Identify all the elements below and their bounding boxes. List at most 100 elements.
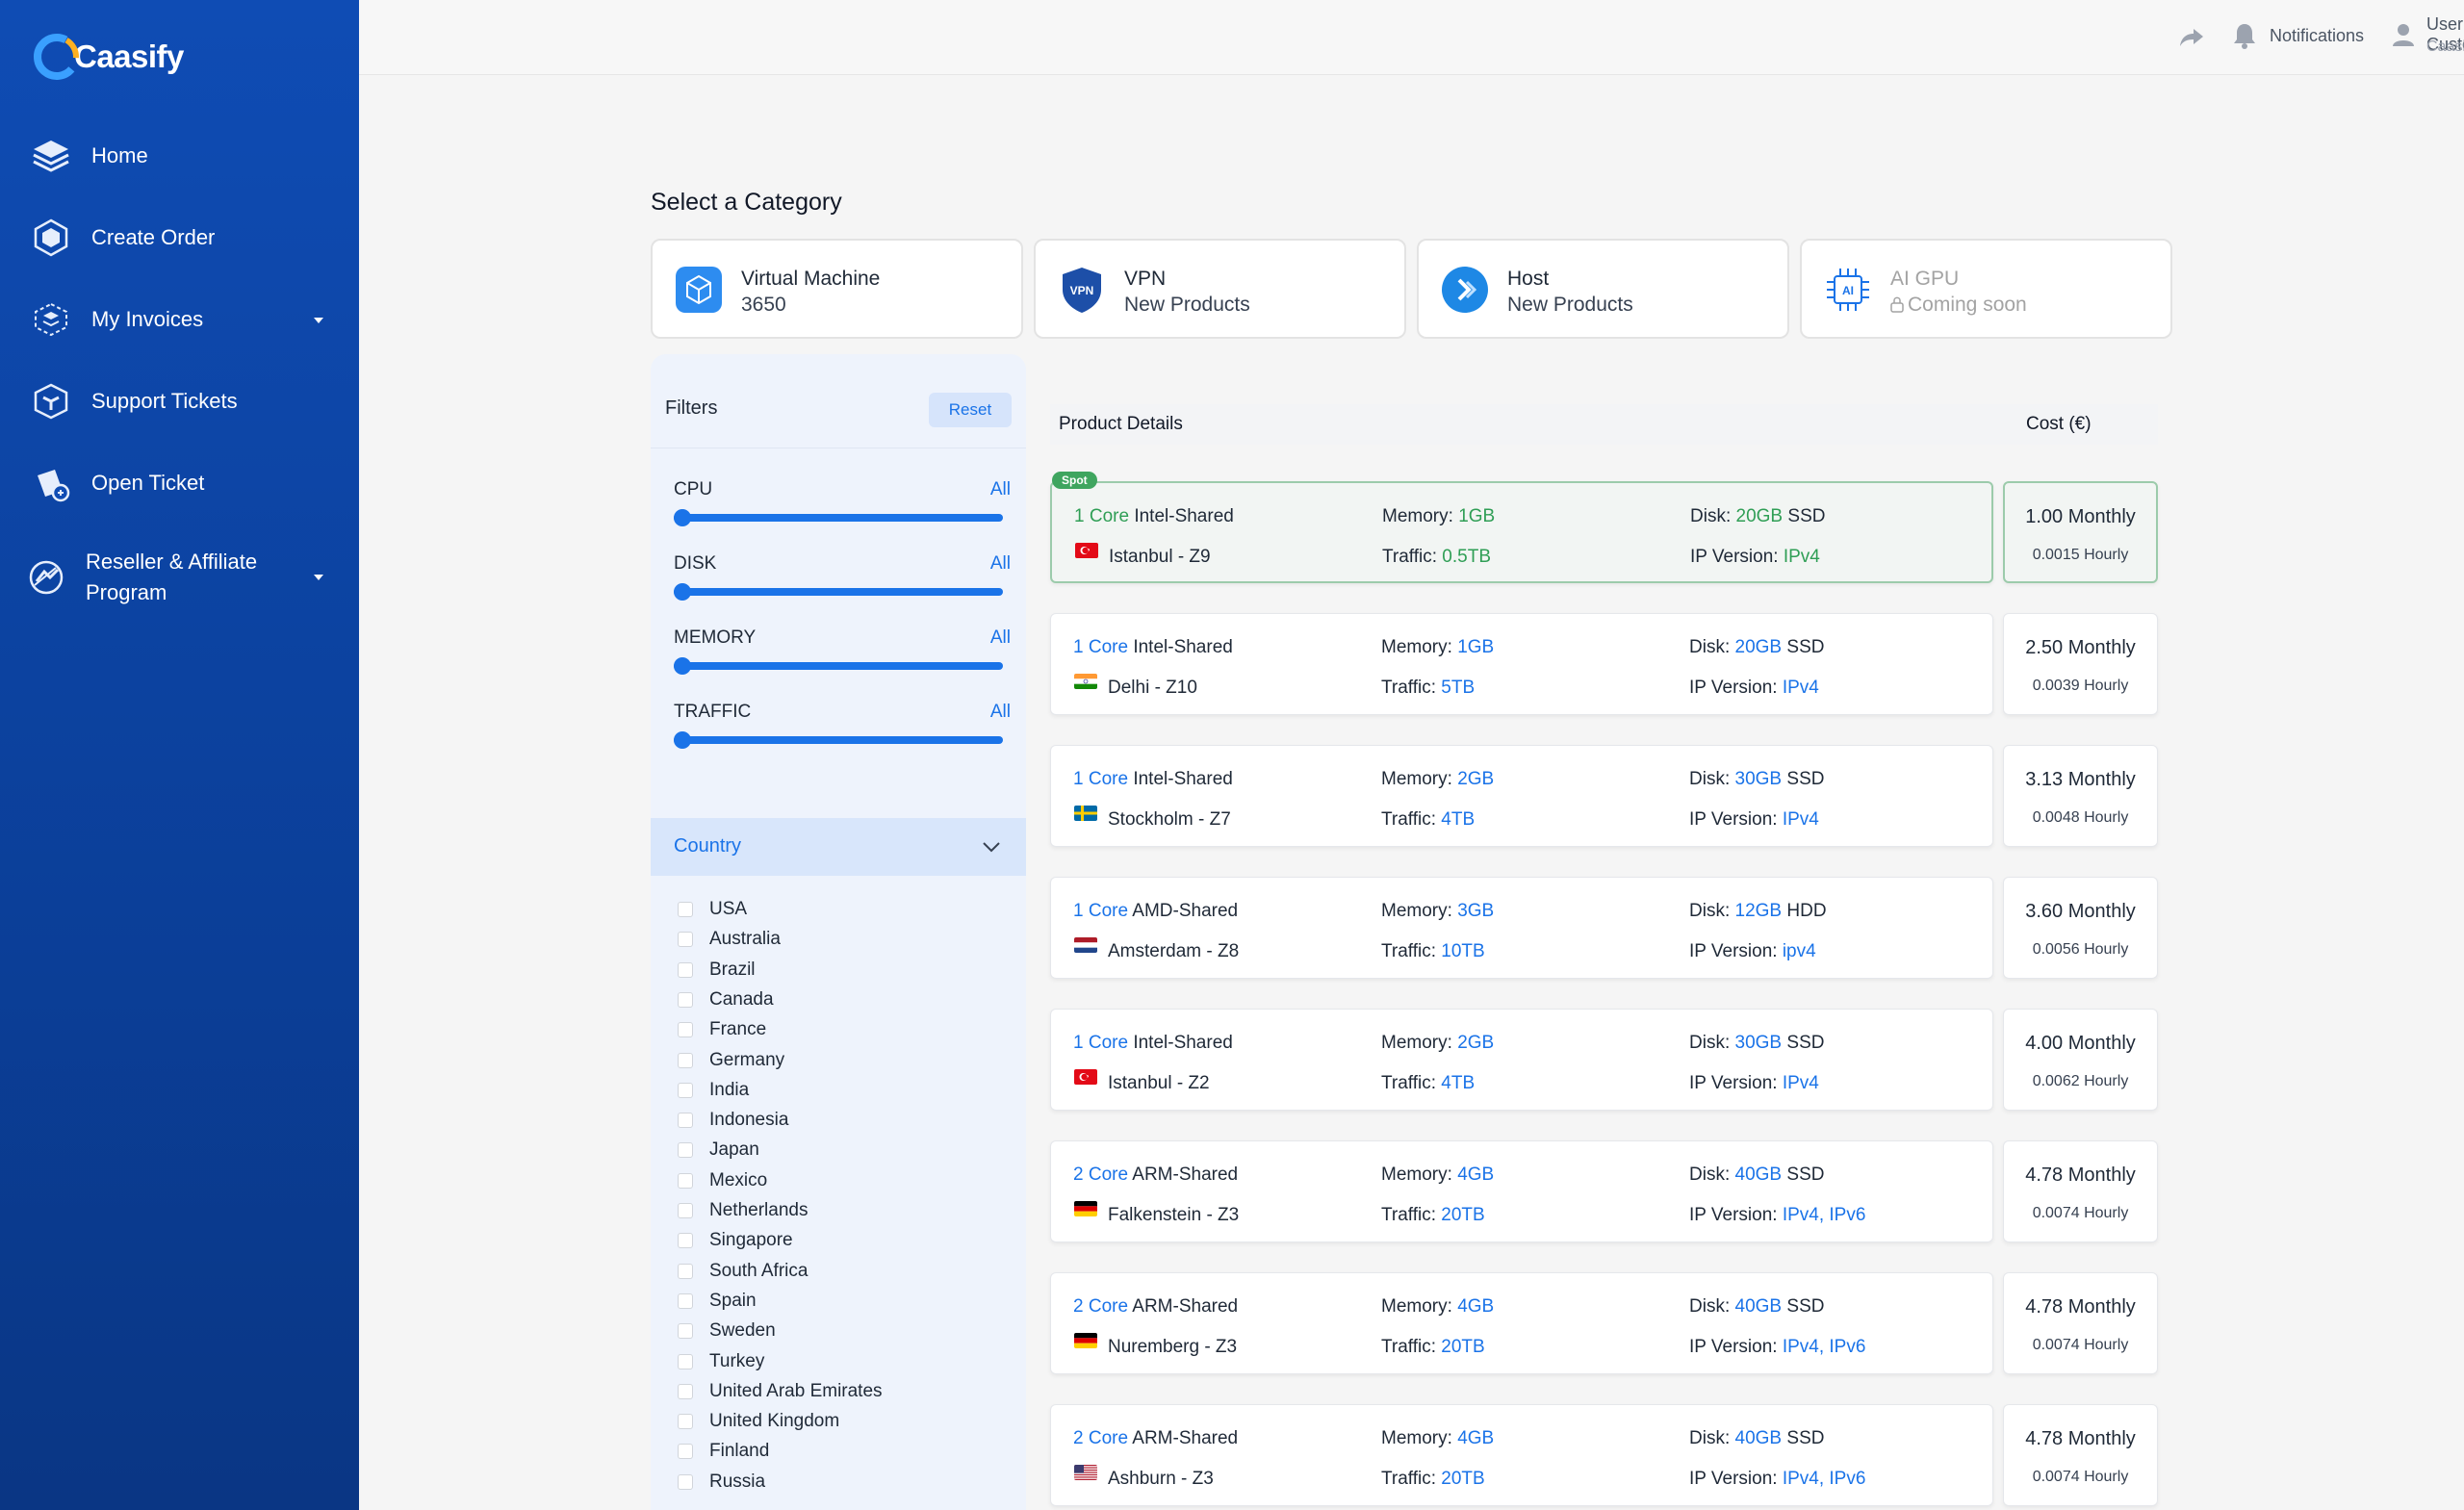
country-checkbox[interactable] — [678, 1142, 693, 1159]
disk-spec: Disk: 40GB SSD — [1689, 1296, 1824, 1318]
product-row[interactable]: Spot 1 Core Intel-Shared Istanbul - Z9 Memo… — [1050, 472, 1993, 583]
reseller-icon — [23, 554, 69, 601]
country-option[interactable]: United Arab Emirates — [678, 1377, 966, 1406]
traffic-label: Traffic: — [1381, 1205, 1437, 1225]
disk-type: SSD — [1786, 637, 1825, 657]
product-row[interactable]: 1 Core Intel-Shared Istanbul - Z2 Memory: … — [1050, 1009, 1993, 1111]
sidebar-item-support-tickets[interactable]: Support Tickets — [0, 378, 359, 424]
hourly-price: 0.0048 Hourly — [2004, 809, 2157, 827]
country-option[interactable]: Germany — [678, 1046, 966, 1075]
cpu-slider-track[interactable] — [674, 514, 1003, 522]
slider-value[interactable]: All — [990, 702, 1011, 723]
cpu-slider-handle[interactable] — [674, 509, 691, 526]
country-checkbox[interactable] — [678, 902, 693, 917]
user-icon[interactable] — [2391, 21, 2416, 50]
slider-value[interactable]: All — [990, 627, 1011, 649]
disk-type: SSD — [1786, 1033, 1825, 1053]
bell-icon[interactable] — [2232, 21, 2257, 50]
country-checkbox[interactable] — [678, 1263, 693, 1279]
country-checkbox[interactable] — [678, 1383, 693, 1399]
country-checkbox[interactable] — [678, 1052, 693, 1068]
cpu-type: Intel-Shared — [1134, 506, 1234, 526]
slider-value[interactable]: All — [990, 553, 1011, 575]
notifications-link[interactable]: Notifications — [2270, 26, 2364, 46]
country-checkbox[interactable] — [678, 1203, 693, 1218]
country-checkbox[interactable] — [678, 1082, 693, 1098]
country-option[interactable]: South Africa — [678, 1257, 966, 1286]
reset-button[interactable]: Reset — [929, 393, 1012, 427]
country-option[interactable]: Finland — [678, 1437, 966, 1466]
disk-value: 40GB — [1734, 1296, 1783, 1317]
country-option[interactable]: United Kingdom — [678, 1407, 966, 1436]
price-box[interactable]: 4.00 Monthly 0.0062 Hourly — [2003, 1009, 2158, 1111]
country-option[interactable]: Russia — [678, 1468, 966, 1497]
price-box[interactable]: 2.50 Monthly 0.0039 Hourly — [2003, 613, 2158, 715]
traffic-slider-track[interactable] — [674, 736, 1003, 744]
country-option[interactable]: India — [678, 1076, 966, 1105]
country-option[interactable]: Japan — [678, 1136, 966, 1164]
country-checkbox[interactable] — [678, 1414, 693, 1430]
price-box[interactable]: 4.78 Monthly 0.0074 Hourly — [2003, 1404, 2158, 1506]
sidebar-item-home[interactable]: Home — [0, 133, 359, 179]
location: Falkenstein - Z3 — [1108, 1205, 1240, 1225]
country-checkbox[interactable] — [678, 961, 693, 978]
sidebar-item-reseller-affiliate[interactable]: Reseller & Affiliate Program — [0, 547, 359, 608]
category-card-host[interactable]: Host New Products — [1417, 239, 1789, 339]
slider-value[interactable]: All — [990, 479, 1011, 500]
sidebar-item-create-order[interactable]: Create Order — [0, 215, 359, 261]
sidebar-item-my-invoices[interactable]: My Invoices — [0, 296, 359, 343]
country-checkbox[interactable] — [678, 1172, 693, 1189]
price-box[interactable]: 4.78 Monthly 0.0074 Hourly — [2003, 1140, 2158, 1242]
product-row[interactable]: 1 Core Intel-Shared Stockholm - Z7 Memory:… — [1050, 745, 1993, 847]
country-checkbox[interactable] — [678, 1233, 693, 1249]
country-option[interactable]: Sweden — [678, 1317, 966, 1345]
sidebar-item-open-ticket[interactable]: Open Ticket — [0, 460, 359, 506]
country-option[interactable]: Canada — [678, 985, 966, 1014]
country-option[interactable]: Singapore — [678, 1226, 966, 1255]
country-checkbox[interactable] — [678, 1292, 693, 1309]
product-row[interactable]: 1 Core AMD-Shared Amsterdam - Z8 Memory: 3… — [1050, 877, 1993, 979]
product-row[interactable]: 2 Core ARM-Shared Falkenstein - Z3 Memory:… — [1050, 1140, 1993, 1242]
disk-slider-handle[interactable] — [674, 583, 691, 601]
country-checkbox[interactable] — [678, 1022, 693, 1038]
traffic-spec: Traffic: 0.5TB — [1382, 547, 1491, 568]
country-option[interactable]: Mexico — [678, 1166, 966, 1195]
country-checkbox[interactable] — [678, 1353, 693, 1369]
country-checkbox[interactable] — [678, 932, 693, 948]
category-card-virtual-machine[interactable]: Virtual Machine 3650 — [651, 239, 1023, 339]
country-option[interactable]: Spain — [678, 1287, 966, 1316]
price-box[interactable]: 3.13 Monthly 0.0048 Hourly — [2003, 745, 2158, 847]
country-option[interactable]: Indonesia — [678, 1106, 966, 1135]
price-box[interactable]: 3.60 Monthly 0.0056 Hourly — [2003, 877, 2158, 979]
country-option[interactable]: Turkey — [678, 1347, 966, 1376]
country-option[interactable]: Australia — [678, 925, 966, 954]
country-checkbox[interactable] — [678, 1113, 693, 1129]
country-checkbox[interactable] — [678, 1323, 693, 1340]
memory-slider-handle[interactable] — [674, 657, 691, 675]
country-checkbox[interactable] — [678, 991, 693, 1008]
price-box[interactable]: 4.78 Monthly 0.0074 Hourly — [2003, 1272, 2158, 1374]
disk-slider-track[interactable] — [674, 588, 1003, 596]
product-row[interactable]: 2 Core ARM-Shared Nuremberg - Z3 Memory: 4… — [1050, 1272, 1993, 1374]
category-sub: Coming soon — [1890, 294, 2027, 319]
product-row[interactable]: 2 Core ARM-Shared Ashburn - Z3 Memory: 4GB… — [1050, 1404, 1993, 1506]
disk-label: Disk: — [1689, 1033, 1731, 1053]
location: Delhi - Z10 — [1108, 678, 1197, 698]
price-box[interactable]: 1.00 Monthly 0.0015 Hourly — [2003, 481, 2158, 583]
logo[interactable]: Caasify — [32, 32, 184, 82]
country-accordion[interactable]: Country — [651, 818, 1026, 876]
product-row[interactable]: 1 Core Intel-Shared Delhi - Z10 Memory: 1G… — [1050, 613, 1993, 715]
cpu-spec: 2 Core ARM-Shared — [1073, 1296, 1238, 1318]
country-option[interactable]: Netherlands — [678, 1196, 966, 1225]
share-icon[interactable] — [2178, 23, 2205, 50]
country-option[interactable]: Brazil — [678, 956, 966, 985]
traffic-slider-handle[interactable] — [674, 731, 691, 749]
category-card-vpn[interactable]: VPN VPN New Products — [1034, 239, 1406, 339]
memory-slider-track[interactable] — [674, 662, 1003, 670]
country-option[interactable]: USA — [678, 895, 966, 924]
hourly-label: Hourly — [2084, 678, 2129, 694]
country-option[interactable]: France — [678, 1015, 966, 1044]
country-checkbox[interactable] — [678, 1473, 693, 1490]
country-checkbox[interactable] — [678, 1444, 693, 1460]
category-sub: New Products — [1507, 294, 1633, 316]
